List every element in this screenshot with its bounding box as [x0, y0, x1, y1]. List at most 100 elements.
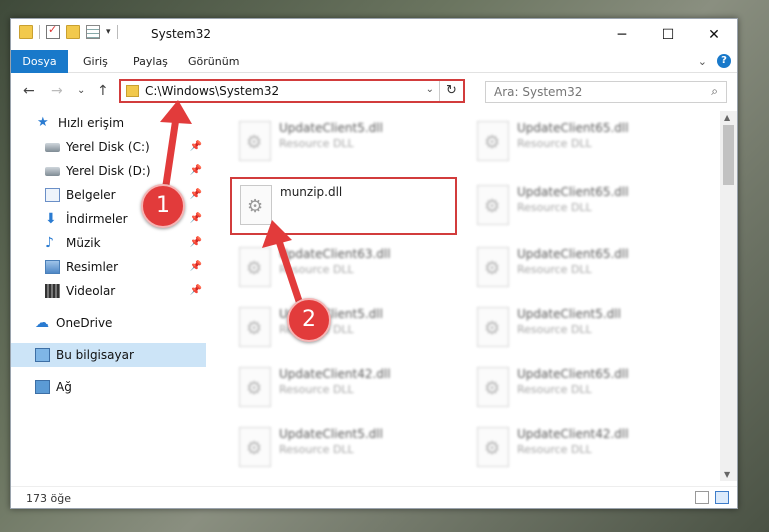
pin-icon[interactable]: 📌: [190, 141, 202, 152]
sidebar-item-network[interactable]: Ağ: [11, 375, 206, 399]
sidebar-item-pictures[interactable]: Resimler 📌: [11, 255, 206, 279]
file-type: Resource DLL: [279, 137, 354, 150]
dll-file-icon: [477, 367, 509, 407]
file-item[interactable]: UpdateClient5.dll Resource DLL: [231, 115, 451, 171]
sidebar-item-label: Belgeler: [66, 188, 116, 202]
file-type: Resource DLL: [517, 443, 592, 456]
pin-icon[interactable]: 📌: [190, 261, 202, 272]
file-item[interactable]: UpdateClient65.dll Resource DLL: [469, 115, 689, 171]
recent-locations-icon[interactable]: ⌄: [77, 85, 85, 96]
dll-file-icon: [239, 427, 271, 467]
file-name: munzip.dll: [280, 185, 343, 199]
address-bar[interactable]: C:\Windows\System32 ⌄ ↻: [119, 79, 465, 103]
dll-file-icon: [477, 185, 509, 225]
network-icon: [35, 380, 50, 394]
sidebar-item-downloads[interactable]: ⬇ İndirmeler 📌: [11, 207, 206, 231]
sidebar-item-label: Videolar: [66, 284, 116, 298]
sidebar-item-local-disk-d[interactable]: Yerel Disk (D:) 📌: [11, 159, 206, 183]
file-item[interactable]: UpdateClient65.dll Resource DLL: [469, 361, 689, 417]
file-type: Resource DLL: [517, 263, 592, 276]
file-item[interactable]: UpdateClient65.dll Resource DLL: [469, 241, 689, 297]
file-item-munzip[interactable]: munzip.dll: [230, 177, 457, 235]
new-folder-icon[interactable]: [66, 25, 80, 39]
address-dropdown-icon[interactable]: ⌄: [426, 84, 434, 95]
pin-icon[interactable]: 📌: [190, 189, 202, 200]
file-list: UpdateClient5.dll Resource DLL munzip.dl…: [209, 111, 719, 481]
minimize-button[interactable]: ─: [599, 19, 645, 50]
tab-view[interactable]: Görünüm: [188, 50, 239, 73]
back-arrow-icon[interactable]: ←: [23, 83, 35, 99]
quick-access-toolbar: ▾: [19, 23, 118, 39]
file-type: Resource DLL: [279, 383, 354, 396]
dll-file-icon: [239, 367, 271, 407]
file-item[interactable]: UpdateClient5.dll Resource DLL: [231, 301, 451, 357]
view-list-icon[interactable]: [86, 25, 100, 39]
title-bar: ▾ System32 ─ ☐ ✕: [11, 19, 737, 50]
pin-icon[interactable]: 📌: [190, 285, 202, 296]
sidebar-item-local-disk-c[interactable]: Yerel Disk (C:) 📌: [11, 135, 206, 159]
navigation-bar: ← → ⌄ ↑ C:\Windows\System32 ⌄ ↻ ⌕: [11, 77, 737, 107]
divider: [116, 25, 118, 39]
pin-icon[interactable]: 📌: [190, 165, 202, 176]
file-item[interactable]: UpdateClient65.dll Resource DLL: [469, 179, 689, 235]
view-switcher: [695, 491, 729, 504]
dll-file-icon: [477, 307, 509, 347]
file-item[interactable]: UpdateClient63.dll Resource DLL: [231, 241, 451, 297]
customize-toolbar-icon[interactable]: ▾: [106, 27, 111, 37]
vertical-scrollbar[interactable]: ▲ ▼: [720, 111, 737, 481]
dll-file-icon: [239, 247, 271, 287]
file-item[interactable]: UpdateClient5.dll Resource DLL: [231, 421, 451, 477]
file-name: UpdateClient5.dll: [279, 427, 383, 441]
pin-icon[interactable]: 📌: [190, 237, 202, 248]
star-icon: ★: [37, 115, 49, 130]
close-button[interactable]: ✕: [691, 19, 737, 50]
expand-ribbon-icon[interactable]: ⌄: [698, 55, 707, 68]
file-name: UpdateClient42.dll: [279, 367, 391, 381]
file-name: UpdateClient5.dll: [279, 307, 383, 321]
refresh-icon[interactable]: ↻: [439, 81, 463, 101]
search-input[interactable]: [486, 82, 696, 102]
scrollbar-thumb[interactable]: [723, 125, 734, 185]
details-view-icon[interactable]: [695, 491, 709, 504]
file-name: UpdateClient5.dll: [517, 307, 621, 321]
pin-icon[interactable]: 📌: [190, 213, 202, 224]
file-type: Resource DLL: [517, 383, 592, 396]
up-arrow-icon[interactable]: ↑: [97, 83, 109, 99]
file-type: Resource DLL: [279, 443, 354, 456]
file-type: Resource DLL: [279, 323, 354, 336]
folder-icon: [126, 85, 139, 97]
tab-home[interactable]: Giriş: [83, 50, 108, 73]
dll-file-icon: [239, 121, 271, 161]
sidebar-item-videos[interactable]: Videolar 📌: [11, 279, 206, 303]
sidebar-item-onedrive[interactable]: ☁ OneDrive: [11, 311, 206, 335]
file-name: UpdateClient5.dll: [279, 121, 383, 135]
dll-file-icon: [477, 121, 509, 161]
file-item[interactable]: UpdateClient42.dll Resource DLL: [231, 361, 451, 417]
help-icon[interactable]: ?: [717, 54, 731, 68]
large-icons-view-icon[interactable]: [715, 491, 729, 504]
file-type: Resource DLL: [279, 263, 354, 276]
properties-check-icon[interactable]: [46, 23, 60, 39]
sidebar-item-label: Resimler: [66, 260, 119, 274]
sidebar-item-label: Yerel Disk (C:): [66, 140, 150, 154]
file-item[interactable]: UpdateClient5.dll Resource DLL: [469, 301, 689, 357]
folder-icon: [19, 25, 33, 39]
sidebar-item-documents[interactable]: Belgeler 📌: [11, 183, 206, 207]
search-box[interactable]: ⌕: [485, 81, 727, 103]
sidebar-item-label: Müzik: [66, 236, 101, 250]
forward-arrow-icon[interactable]: →: [51, 83, 63, 99]
sidebar-item-music[interactable]: ♪ Müzik 📌: [11, 231, 206, 255]
file-name: UpdateClient65.dll: [517, 121, 629, 135]
navigation-pane: ★ Hızlı erişim Yerel Disk (C:) 📌 Yerel D…: [11, 111, 206, 481]
download-icon: ⬇: [45, 211, 57, 227]
tab-share[interactable]: Paylaş: [133, 50, 168, 73]
maximize-button[interactable]: ☐: [645, 19, 691, 50]
sidebar-item-quick-access[interactable]: ★ Hızlı erişim: [11, 111, 206, 135]
video-icon: [45, 284, 60, 298]
tab-file[interactable]: Dosya: [11, 50, 68, 73]
sidebar-item-this-pc[interactable]: Bu bilgisayar: [11, 343, 206, 367]
file-item[interactable]: UpdateClient42.dll Resource DLL: [469, 421, 689, 477]
file-name: UpdateClient65.dll: [517, 185, 629, 199]
scroll-up-icon[interactable]: ▲: [724, 113, 730, 122]
scroll-down-icon[interactable]: ▼: [724, 470, 730, 479]
